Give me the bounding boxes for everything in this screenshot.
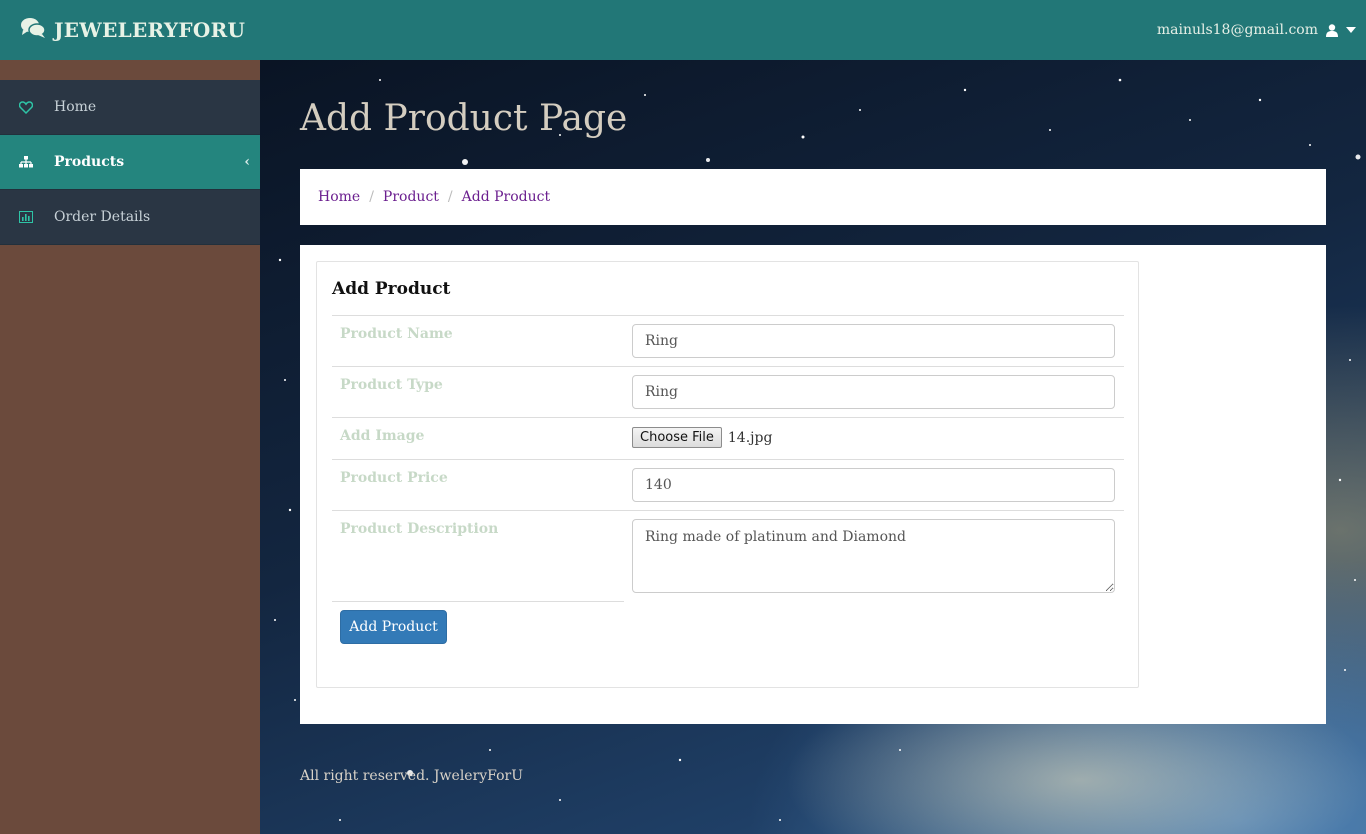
brand[interactable]: JEWELERYFORU xyxy=(20,17,245,44)
breadcrumb-separator: / xyxy=(369,189,374,205)
user-menu[interactable]: mainuls18@gmail.com xyxy=(1157,22,1356,38)
sidebar-item-order-details[interactable]: Order Details xyxy=(0,190,260,245)
divider xyxy=(332,601,624,602)
product-type-label: Product Type xyxy=(340,377,443,393)
sidebar: Home Products ‹ Order Details xyxy=(0,60,260,834)
product-name-label: Product Name xyxy=(340,326,453,342)
card-title: Add Product xyxy=(332,279,451,299)
choose-file-button[interactable]: Choose File xyxy=(632,427,722,448)
form-row-product-name: Product Name xyxy=(332,315,1124,366)
footer-text: All right reserved. JweleryForU xyxy=(300,768,524,784)
caret-down-icon xyxy=(1346,27,1356,33)
user-email: mainuls18@gmail.com xyxy=(1156,22,1318,38)
user-icon xyxy=(1326,23,1338,37)
add-product-card: Add Product Product Name Product Type Ad… xyxy=(316,261,1139,688)
product-price-input[interactable] xyxy=(632,468,1115,502)
selected-file-name: 14.jpg xyxy=(727,429,773,446)
breadcrumb-home[interactable]: Home xyxy=(318,189,360,205)
breadcrumb-add-product[interactable]: Add Product xyxy=(462,189,550,205)
sitemap-icon xyxy=(18,154,34,170)
product-name-input[interactable] xyxy=(632,324,1115,358)
product-type-input[interactable] xyxy=(632,375,1115,409)
heart-icon xyxy=(18,99,34,115)
bar-chart-icon xyxy=(18,209,34,225)
add-product-button[interactable]: Add Product xyxy=(340,610,447,644)
sidebar-item-products[interactable]: Products ‹ xyxy=(0,135,260,190)
sidebar-item-home[interactable]: Home xyxy=(0,80,260,135)
form-row-product-description: Product Description Ring made of platinu… xyxy=(332,510,1124,601)
add-image-label: Add Image xyxy=(340,428,425,444)
form-row-product-price: Product Price xyxy=(332,459,1124,510)
chat-bubbles-icon xyxy=(20,17,46,44)
breadcrumb-product[interactable]: Product xyxy=(383,189,439,205)
form-row-product-type: Product Type xyxy=(332,366,1124,417)
top-navbar: JEWELERYFORU mainuls18@gmail.com xyxy=(0,0,1366,60)
chevron-left-icon: ‹ xyxy=(244,154,250,170)
product-price-label: Product Price xyxy=(340,470,448,486)
breadcrumb: Home / Product / Add Product xyxy=(300,169,1326,225)
product-description-textarea[interactable]: Ring made of platinum and Diamond xyxy=(632,519,1115,593)
breadcrumb-separator: / xyxy=(447,189,453,205)
sidebar-item-label: Products xyxy=(54,154,125,170)
content-panel: Add Product Product Name Product Type Ad… xyxy=(300,245,1326,724)
page-title: Add Product Page xyxy=(300,98,628,139)
brand-name: JEWELERYFORU xyxy=(54,18,246,42)
sidebar-item-label: Home xyxy=(54,99,97,115)
main-content: Add Product Page Home / Product / Add Pr… xyxy=(260,60,1366,834)
file-input: Choose File 14.jpg xyxy=(632,427,772,448)
form-row-add-image: Add Image Choose File 14.jpg xyxy=(332,417,1124,459)
sidebar-item-label: Order Details xyxy=(54,209,151,225)
product-description-label: Product Description xyxy=(340,521,499,537)
